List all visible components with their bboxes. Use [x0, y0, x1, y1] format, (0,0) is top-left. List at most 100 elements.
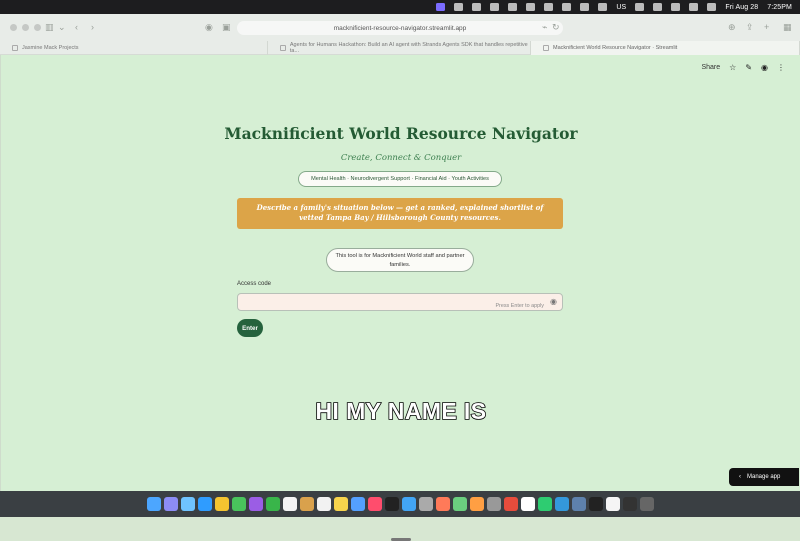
- time-label[interactable]: 7:25PM: [767, 4, 792, 11]
- trash-icon[interactable]: [639, 497, 654, 511]
- download-icon[interactable]: ⊕: [728, 22, 736, 33]
- access-code-input[interactable]: Press Enter to apply ◉: [237, 293, 563, 311]
- enter-button[interactable]: Enter: [237, 319, 263, 337]
- numbers-icon[interactable]: [452, 497, 467, 511]
- access-code-label: Access code: [237, 281, 272, 287]
- tab-label: Jasmine Mack Projects: [22, 45, 79, 51]
- keynote-icon[interactable]: [469, 497, 484, 511]
- instruction-banner: Describe a family's situation below — ge…: [237, 198, 563, 229]
- browser-chrome: ▥ ⌄ ‹ › ◉ ▣ macknificient-resource-navig…: [0, 14, 800, 55]
- page-title: Macknificient World Resource Navigator: [224, 124, 578, 143]
- launchpad-icon[interactable]: [163, 497, 178, 511]
- forward-icon[interactable]: ›: [91, 22, 94, 32]
- volume-icon[interactable]: [526, 3, 536, 11]
- url-text: macknificient-resource-navigator.streaml…: [333, 24, 467, 32]
- safari-icon[interactable]: [197, 497, 212, 511]
- play-icon[interactable]: [580, 3, 590, 11]
- finder-icon[interactable]: [146, 497, 161, 511]
- app-icon[interactable]: [554, 497, 569, 511]
- sidebar-icon[interactable]: ▥: [45, 22, 54, 33]
- appstore-icon[interactable]: [401, 497, 416, 511]
- control-center-icon[interactable]: [707, 3, 717, 11]
- video-caption: HI MY NAME IS: [315, 397, 487, 425]
- manage-app-button[interactable]: ‹ Manage app: [729, 468, 799, 486]
- tab-favicon-icon: [280, 45, 286, 51]
- app-icon[interactable]: [486, 497, 501, 511]
- mail-icon[interactable]: [180, 497, 195, 511]
- tab-favicon-icon: [12, 45, 18, 51]
- close-window-button[interactable]: [10, 24, 17, 31]
- tab-overview-icon[interactable]: ▣: [222, 22, 231, 33]
- tab-favicon-icon: [543, 45, 549, 51]
- display-icon[interactable]: [562, 3, 572, 11]
- grammarly-icon[interactable]: [490, 3, 500, 11]
- tab-resource-navigator[interactable]: Macknificient World Resource Navigator ·…: [531, 41, 800, 55]
- facetime-icon[interactable]: [265, 497, 280, 511]
- minimize-window-button[interactable]: [22, 24, 29, 31]
- search-icon[interactable]: [689, 3, 699, 11]
- date-label[interactable]: Fri Aug 28: [725, 4, 758, 11]
- app-icon[interactable]: [605, 497, 620, 511]
- back-icon[interactable]: ‹: [75, 22, 78, 32]
- contacts-icon[interactable]: [299, 497, 314, 511]
- streamlit-toolbar: Share ☆ ✎ ◉ ⋮: [701, 63, 785, 72]
- music-icon[interactable]: [367, 497, 382, 511]
- pencil-icon[interactable]: ✎: [745, 63, 752, 72]
- reminders-icon[interactable]: [316, 497, 331, 511]
- window-controls[interactable]: [10, 24, 41, 31]
- categories-badge: Mental Health · Neurodivergent Support ·…: [298, 171, 502, 187]
- app-icon[interactable]: [537, 497, 552, 511]
- app-icon[interactable]: [588, 497, 603, 511]
- zoom-window-button[interactable]: [34, 24, 41, 31]
- shield-icon[interactable]: ◉: [205, 22, 213, 33]
- tab-hackathon[interactable]: Agents for Humans Hackathon: Build an AI…: [268, 41, 531, 55]
- messages-icon[interactable]: [231, 497, 246, 511]
- notes-icon[interactable]: [333, 497, 348, 511]
- freeform-icon[interactable]: [350, 497, 365, 511]
- github-icon[interactable]: ◉: [761, 63, 768, 72]
- wifi-icon[interactable]: [653, 3, 663, 11]
- page-subtitle: Create, Connect & Conquer: [340, 153, 462, 163]
- chevron-left-icon: ‹: [739, 474, 741, 480]
- app-icon[interactable]: [622, 497, 637, 511]
- tab-jasmine-projects[interactable]: Jasmine Mack Projects: [0, 41, 268, 55]
- app-icon[interactable]: [436, 3, 446, 11]
- reload-icon[interactable]: ↻: [552, 22, 560, 33]
- tv-icon[interactable]: [384, 497, 399, 511]
- share-browser-icon[interactable]: ⇪: [746, 22, 754, 33]
- app-icon[interactable]: [571, 497, 586, 511]
- pages-icon[interactable]: [435, 497, 450, 511]
- notion-icon[interactable]: [454, 3, 464, 11]
- tab-label: Macknificient World Resource Navigator ·…: [553, 45, 678, 51]
- battery-icon[interactable]: [635, 3, 645, 11]
- app-icon[interactable]: [503, 497, 518, 511]
- translate-icon[interactable]: ⌁: [542, 22, 547, 33]
- tab-strip: Jasmine Mack Projects Agents for Humans …: [0, 41, 800, 55]
- chrome-icon[interactable]: [508, 3, 518, 11]
- manage-app-label: Manage app: [747, 474, 781, 480]
- staff-notice: This tool is for Macknificient World sta…: [326, 248, 474, 272]
- calendar-icon[interactable]: [282, 497, 297, 511]
- keyboard-layout-label[interactable]: US: [616, 4, 626, 11]
- app-icon[interactable]: [520, 497, 535, 511]
- clock-icon[interactable]: [598, 3, 608, 11]
- chevron-down-icon[interactable]: ⌄: [58, 22, 66, 33]
- photos-icon[interactable]: [248, 497, 263, 511]
- tab-label: Agents for Humans Hackathon: Build an AI…: [289, 42, 528, 54]
- input-hint: Press Enter to apply: [495, 303, 544, 309]
- share-button[interactable]: Share: [701, 64, 720, 71]
- weather-icon[interactable]: [671, 3, 681, 11]
- address-bar[interactable]: macknificient-resource-navigator.streaml…: [237, 21, 563, 35]
- chrome-dock-icon[interactable]: [214, 497, 229, 511]
- eye-icon[interactable]: ◉: [550, 297, 557, 306]
- star-icon[interactable]: ☆: [729, 63, 736, 72]
- macos-menubar: US Fri Aug 28 7:25PM: [0, 0, 800, 14]
- settings-dock-icon[interactable]: [418, 497, 433, 511]
- settings-icon[interactable]: [472, 3, 482, 11]
- new-tab-icon[interactable]: +: [764, 22, 769, 32]
- streamlit-page: Share ☆ ✎ ◉ ⋮ Macknificient World Resour…: [0, 55, 800, 541]
- dock: [0, 491, 800, 517]
- tabs-icon[interactable]: ▦: [783, 22, 792, 33]
- screen-icon[interactable]: [544, 3, 554, 11]
- more-icon[interactable]: ⋮: [777, 63, 785, 72]
